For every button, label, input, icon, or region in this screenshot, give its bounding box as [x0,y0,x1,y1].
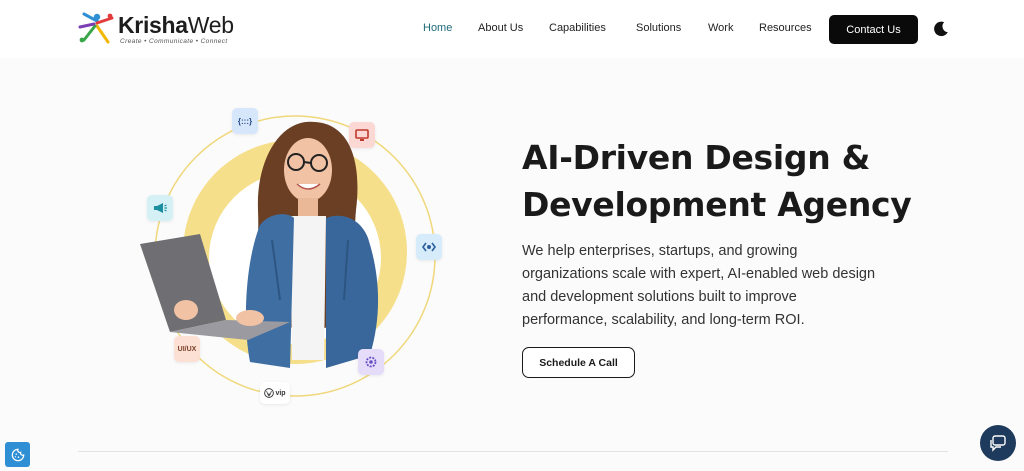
wordpress-vip-label: vip [275,389,286,397]
wordpress-vip-badge: vip [260,382,290,404]
cookie-icon [11,448,24,461]
hero-subtitle: We help enterprises, startups, and growi… [522,243,876,328]
uiux-badge-label: UI/UX [177,345,197,353]
hero-orbit-graphic [140,115,436,397]
nav-work[interactable]: Work [708,22,733,34]
logo-tagline: Create • Communicate • Connect [120,38,228,45]
moon-icon[interactable] [932,20,950,38]
ai-gear-icon [365,356,377,368]
wordpress-icon [264,388,275,398]
monitor-badge [349,122,375,148]
gear-code-icon [422,242,436,252]
schedule-call-button[interactable]: Schedule A Call [522,347,635,378]
nav-home[interactable]: Home [423,22,452,34]
megaphone-badge [147,195,173,221]
hero-illustration: {:::} UI/UX vip [130,100,460,420]
nav-solutions[interactable]: Solutions [636,22,681,34]
chat-widget-button[interactable] [980,425,1016,461]
chat-icon [990,435,1006,452]
code-badge: {:::} [232,108,258,134]
code-badge-label: {:::} [237,116,253,126]
megaphone-icon [154,203,167,213]
section-divider [78,451,948,452]
nav-about-us[interactable]: About Us [478,22,523,34]
site-header: KrishaWeb Create • Communicate • Connect… [0,0,1024,58]
contact-us-button[interactable]: Contact Us [829,15,918,44]
ai-gear-badge [358,349,384,375]
hero-title: AI-Driven Design & Development Agency [522,138,912,224]
settings-code-badge [416,234,442,260]
uiux-badge: UI/UX [174,336,200,362]
nav-resources[interactable]: Resources [759,22,812,34]
nav-capabilities[interactable]: Capabilities [549,22,606,34]
cookie-settings-button[interactable] [5,442,30,467]
monitor-icon [355,129,369,141]
